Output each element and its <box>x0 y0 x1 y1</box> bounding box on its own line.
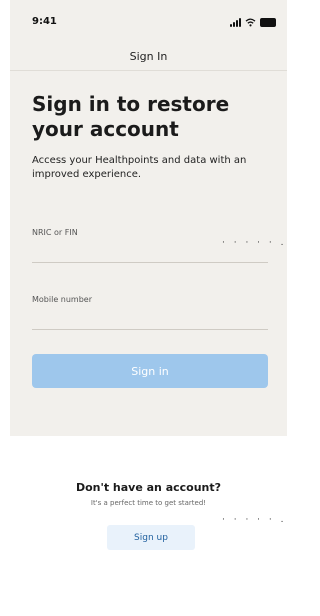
battery-icon <box>260 18 276 27</box>
headline: Sign in to restore your account <box>32 92 230 141</box>
nric-underline <box>32 262 268 263</box>
mobile-underline <box>32 329 268 330</box>
status-time: 9:41 <box>32 16 57 27</box>
page-title: Sign In <box>129 50 168 63</box>
phone-screen: 9:41 Sign In Sign in to restore your acc… <box>0 0 287 616</box>
header-divider <box>10 70 287 71</box>
wifi-icon <box>245 18 256 27</box>
signal-icon <box>230 18 241 27</box>
signup-subtitle: It's a perfect time to get started! <box>90 499 207 507</box>
nric-label: NRIC or FIN <box>32 228 78 237</box>
status-bar: 9:41 <box>32 16 282 34</box>
status-icons <box>230 18 276 27</box>
mobile-label: Mobile number <box>32 295 93 304</box>
annotation-dots-bottom: · · · · · . <box>222 515 287 525</box>
signup-title: Don't have an account? <box>75 481 222 494</box>
signin-button[interactable]: Sign in <box>32 354 268 388</box>
mobile-number-field[interactable] <box>32 309 268 327</box>
annotation-dots: · · · · · . <box>222 238 287 248</box>
left-edge <box>0 0 10 616</box>
subtext: Access your Healthpoints and data with a… <box>32 155 247 180</box>
signup-button[interactable]: Sign up <box>107 525 195 550</box>
